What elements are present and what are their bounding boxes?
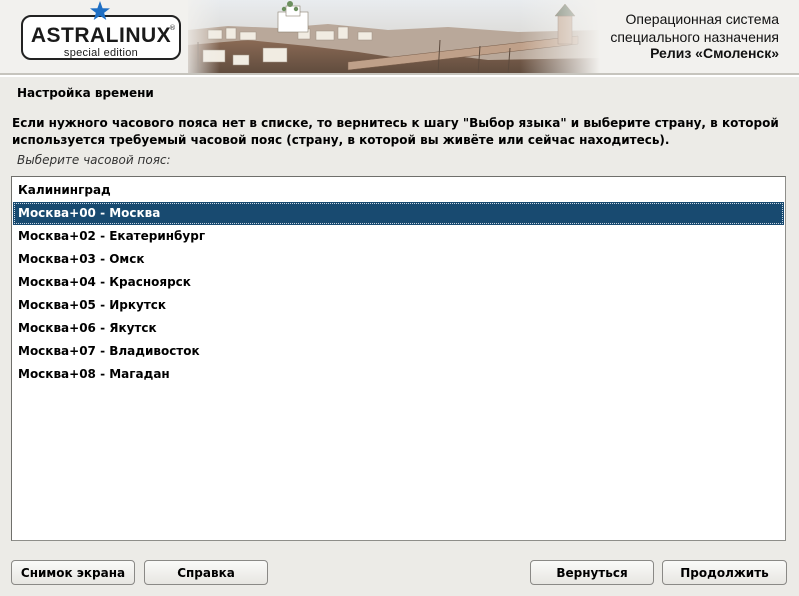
registered-mark: ® bbox=[169, 24, 176, 32]
photo-fade bbox=[520, 0, 620, 75]
help-text: Если нужного часового пояса нет в списке… bbox=[12, 116, 779, 147]
screenshot-button[interactable]: Снимок экрана bbox=[11, 560, 135, 585]
logo-wordmark: ASTRALINUX bbox=[30, 24, 172, 47]
help-button[interactable]: Справка bbox=[144, 560, 268, 585]
star-icon bbox=[90, 1, 110, 20]
timezone-list[interactable]: Калининград Москва+00 - Москва Москва+02 -… bbox=[11, 176, 786, 541]
header-banner: ASTRALINUX ® special edition Операционна… bbox=[0, 0, 799, 75]
timezone-list-label: Выберите часовой пояс: bbox=[17, 153, 171, 167]
os-title-line2: специального назначения bbox=[610, 29, 779, 45]
logo-fade bbox=[180, 0, 220, 75]
astralinux-logo: ASTRALINUX ® special edition bbox=[21, 1, 181, 60]
continue-button[interactable]: Продолжить bbox=[662, 560, 787, 585]
os-title-line1: Операционная система bbox=[625, 11, 779, 27]
back-button[interactable]: Вернуться bbox=[530, 560, 654, 585]
timezone-option[interactable]: Москва+07 - Владивосток bbox=[13, 340, 784, 363]
timezone-option[interactable]: Калининград bbox=[13, 179, 784, 202]
os-title: Операционная система специального назнач… bbox=[610, 10, 779, 46]
timezone-option[interactable]: Москва+00 - Москва bbox=[13, 202, 784, 225]
timezone-option[interactable]: Москва+02 - Екатеринбург bbox=[13, 225, 784, 248]
logo-subtitle: special edition bbox=[63, 47, 139, 59]
page-title: Настройка времени bbox=[17, 86, 154, 100]
timezone-option[interactable]: Москва+04 - Красноярск bbox=[13, 271, 784, 294]
timezone-option[interactable]: Москва+05 - Иркутск bbox=[13, 294, 784, 317]
timezone-option[interactable]: Москва+03 - Омск bbox=[13, 248, 784, 271]
timezone-option[interactable]: Москва+08 - Магадан bbox=[13, 363, 784, 386]
release-name: Релиз «Смоленск» bbox=[650, 45, 779, 61]
timezone-option[interactable]: Москва+06 - Якутск bbox=[13, 317, 784, 340]
banner-divider-highlight bbox=[0, 75, 799, 77]
